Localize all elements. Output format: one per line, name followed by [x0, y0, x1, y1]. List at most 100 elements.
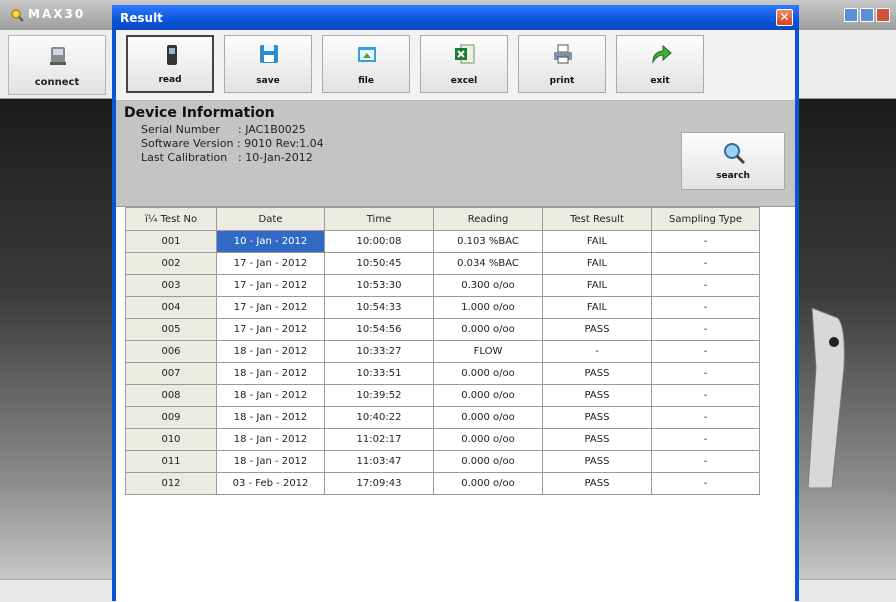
cell-test-result[interactable]: FAIL	[542, 252, 652, 275]
column-header-time[interactable]: Time	[324, 207, 434, 231]
cell-test-result[interactable]: FAIL	[542, 296, 652, 319]
cell-time[interactable]: 11:02:17	[324, 428, 434, 451]
cell-test-no[interactable]: 010	[125, 428, 217, 451]
table-row[interactable]: 008 18 - Jan - 2012 10:39:52 0.000 o/oo PASS…	[125, 384, 760, 407]
cell-date[interactable]: 03 - Feb - 2012	[216, 472, 325, 495]
table-row[interactable]: 009 18 - Jan - 2012 10:40:22 0.000 o/oo PASS…	[125, 406, 760, 429]
cell-reading[interactable]: 1.000 o/oo	[433, 296, 543, 319]
cell-time[interactable]: 17:09:43	[324, 472, 434, 495]
exit-button[interactable]: exit	[616, 35, 704, 93]
cell-reading[interactable]: 0.000 o/oo	[433, 318, 543, 341]
cell-test-result[interactable]: FAIL	[542, 274, 652, 297]
cell-sampling-type[interactable]: -	[651, 230, 760, 253]
cell-time[interactable]: 10:53:30	[324, 274, 434, 297]
maximize-icon[interactable]	[860, 8, 874, 22]
table-row[interactable]: 003 17 - Jan - 2012 10:53:30 0.300 o/oo FAIL…	[125, 274, 760, 297]
cell-test-result[interactable]: FAIL	[542, 230, 652, 253]
cell-date[interactable]: 18 - Jan - 2012	[216, 384, 325, 407]
cell-reading[interactable]: 0.000 o/oo	[433, 384, 543, 407]
cell-reading[interactable]: 0.000 o/oo	[433, 472, 543, 495]
close-icon[interactable]	[876, 8, 890, 22]
cell-reading[interactable]: 0.034 %BAC	[433, 252, 543, 275]
table-row[interactable]: 002 17 - Jan - 2012 10:50:45 0.034 %BAC FAIL…	[125, 252, 760, 275]
cell-date[interactable]: 17 - Jan - 2012	[216, 296, 325, 319]
cell-date[interactable]: 17 - Jan - 2012	[216, 274, 325, 297]
cell-test-no[interactable]: 003	[125, 274, 217, 297]
cell-test-result[interactable]: PASS	[542, 450, 652, 473]
table-row[interactable]: 005 17 - Jan - 2012 10:54:56 0.000 o/oo PASS…	[125, 318, 760, 341]
cell-test-result[interactable]: -	[542, 340, 652, 363]
search-button[interactable]: search	[681, 132, 785, 190]
dialog-close-button[interactable]: ✕	[776, 9, 793, 26]
table-row[interactable]: 010 18 - Jan - 2012 11:02:17 0.000 o/oo PASS…	[125, 428, 760, 451]
read-button[interactable]: read	[126, 35, 214, 93]
cell-reading[interactable]: 0.300 o/oo	[433, 274, 543, 297]
excel-button[interactable]: excel	[420, 35, 508, 93]
column-header-test-result[interactable]: Test Result	[542, 207, 652, 231]
cell-test-no[interactable]: 001	[125, 230, 217, 253]
cell-test-result[interactable]: PASS	[542, 318, 652, 341]
cell-test-no[interactable]: 002	[125, 252, 217, 275]
cell-reading[interactable]: 0.000 o/oo	[433, 406, 543, 429]
cell-reading[interactable]: 0.000 o/oo	[433, 450, 543, 473]
cell-date[interactable]: 17 - Jan - 2012	[216, 318, 325, 341]
cell-time[interactable]: 10:39:52	[324, 384, 434, 407]
cell-time[interactable]: 10:54:33	[324, 296, 434, 319]
cell-test-no[interactable]: 009	[125, 406, 217, 429]
cell-date[interactable]: 17 - Jan - 2012	[216, 252, 325, 275]
dialog-titlebar[interactable]: Result ✕	[112, 5, 799, 30]
cell-test-no[interactable]: 005	[125, 318, 217, 341]
cell-test-no[interactable]: 007	[125, 362, 217, 385]
cell-date[interactable]: 18 - Jan - 2012	[216, 340, 325, 363]
cell-test-no[interactable]: 006	[125, 340, 217, 363]
table-row[interactable]: 012 03 - Feb - 2012 17:09:43 0.000 o/oo PASS…	[125, 472, 760, 495]
table-row[interactable]: 006 18 - Jan - 2012 10:33:27 FLOW - -	[125, 340, 760, 363]
cell-sampling-type[interactable]: -	[651, 450, 760, 473]
cell-sampling-type[interactable]: -	[651, 252, 760, 275]
print-button[interactable]: print	[518, 35, 606, 93]
cell-test-no[interactable]: 011	[125, 450, 217, 473]
table-row[interactable]: 007 18 - Jan - 2012 10:33:51 0.000 o/oo PASS…	[125, 362, 760, 385]
cell-date[interactable]: 18 - Jan - 2012	[216, 428, 325, 451]
cell-date[interactable]: 10 - Jan - 2012	[216, 230, 325, 253]
table-row[interactable]: 004 17 - Jan - 2012 10:54:33 1.000 o/oo FAIL…	[125, 296, 760, 319]
cell-test-result[interactable]: PASS	[542, 362, 652, 385]
cell-time[interactable]: 10:40:22	[324, 406, 434, 429]
cell-time[interactable]: 10:00:08	[324, 230, 434, 253]
minimize-icon[interactable]	[844, 8, 858, 22]
cell-sampling-type[interactable]: -	[651, 384, 760, 407]
column-header-sampling-type[interactable]: Sampling Type	[651, 207, 760, 231]
cell-sampling-type[interactable]: -	[651, 318, 760, 341]
column-header-test-no[interactable]: ï¼ Test No	[125, 207, 217, 231]
cell-time[interactable]: 11:03:47	[324, 450, 434, 473]
save-button[interactable]: save	[224, 35, 312, 93]
cell-test-no[interactable]: 004	[125, 296, 217, 319]
table-row[interactable]: 011 18 - Jan - 2012 11:03:47 0.000 o/oo PASS…	[125, 450, 760, 473]
cell-sampling-type[interactable]: -	[651, 274, 760, 297]
cell-sampling-type[interactable]: -	[651, 296, 760, 319]
cell-time[interactable]: 10:54:56	[324, 318, 434, 341]
connect-button[interactable]: connect	[8, 35, 106, 95]
column-header-date[interactable]: Date	[216, 207, 325, 231]
cell-date[interactable]: 18 - Jan - 2012	[216, 450, 325, 473]
cell-test-result[interactable]: PASS	[542, 406, 652, 429]
cell-sampling-type[interactable]: -	[651, 406, 760, 429]
cell-date[interactable]: 18 - Jan - 2012	[216, 406, 325, 429]
cell-sampling-type[interactable]: -	[651, 340, 760, 363]
cell-reading[interactable]: 0.000 o/oo	[433, 428, 543, 451]
cell-sampling-type[interactable]: -	[651, 428, 760, 451]
cell-time[interactable]: 10:50:45	[324, 252, 434, 275]
cell-reading[interactable]: 0.000 o/oo	[433, 362, 543, 385]
table-row[interactable]: 001 10 - Jan - 2012 10:00:08 0.103 %BAC FAIL…	[125, 230, 760, 253]
cell-test-result[interactable]: PASS	[542, 384, 652, 407]
cell-reading[interactable]: FLOW	[433, 340, 543, 363]
file-button[interactable]: file	[322, 35, 410, 93]
cell-test-no[interactable]: 008	[125, 384, 217, 407]
cell-test-result[interactable]: PASS	[542, 472, 652, 495]
cell-reading[interactable]: 0.103 %BAC	[433, 230, 543, 253]
cell-date[interactable]: 18 - Jan - 2012	[216, 362, 325, 385]
cell-time[interactable]: 10:33:51	[324, 362, 434, 385]
column-header-reading[interactable]: Reading	[433, 207, 543, 231]
cell-sampling-type[interactable]: -	[651, 472, 760, 495]
cell-sampling-type[interactable]: -	[651, 362, 760, 385]
